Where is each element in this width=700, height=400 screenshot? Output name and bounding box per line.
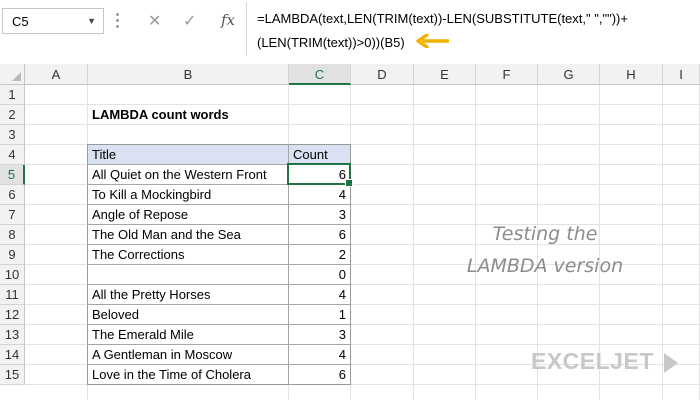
column-header-b[interactable]: B (88, 64, 289, 85)
row-header-12[interactable]: 12 (0, 305, 25, 325)
row-header-14[interactable]: 14 (0, 345, 25, 365)
column-header-i[interactable]: I (663, 64, 700, 85)
cancel-x-icon[interactable]: ✕ (148, 11, 161, 31)
row-header-2[interactable]: 2 (0, 105, 25, 125)
chevron-down-icon[interactable]: ▼ (87, 16, 96, 26)
enter-check-icon[interactable]: ✓ (183, 11, 196, 31)
formula-input[interactable]: =LAMBDA(text,LEN(TRIM(text))-LEN(SUBSTIT… (246, 2, 700, 56)
table-cell-count[interactable]: 6 (289, 365, 350, 385)
table-cell-title[interactable]: All Quiet on the Western Front (88, 165, 288, 185)
row-header-5[interactable]: 5 (0, 165, 25, 185)
row-header-1[interactable]: 1 (0, 85, 25, 105)
row-header-8[interactable]: 8 (0, 225, 25, 245)
arrow-left-icon (416, 34, 449, 48)
table-row-border (87, 304, 350, 305)
formula-bar-grip (116, 13, 119, 31)
table-cell-count[interactable]: 4 (289, 185, 350, 205)
column-header-h[interactable]: H (600, 64, 663, 85)
active-cell-selection[interactable] (287, 163, 353, 187)
logo-text: EXCELJET (531, 348, 654, 374)
row-header-7[interactable]: 7 (0, 205, 25, 225)
formula-bar-buttons: ✕ ✓ fx (128, 8, 244, 34)
name-box[interactable]: C5 ▼ (2, 8, 104, 34)
row-header-11[interactable]: 11 (0, 285, 25, 305)
column-header-g[interactable]: G (538, 64, 600, 85)
table-cell-title[interactable]: To Kill a Mockingbird (88, 185, 288, 205)
table-cell-title[interactable]: Angle of Repose (88, 205, 288, 225)
table-row-border (87, 284, 350, 285)
table-cell-title[interactable] (88, 265, 288, 285)
insert-function-fx-icon[interactable]: fx (221, 11, 235, 29)
row-header-15[interactable]: 15 (0, 365, 25, 385)
table-cell-title[interactable]: Beloved (88, 305, 288, 325)
table-header-count[interactable]: Count (289, 145, 350, 165)
formula-text-line-2: (LEN(TRIM(text))>0))(B5) (257, 35, 405, 50)
logo-triangle-icon (664, 353, 678, 373)
row-header-10[interactable]: 10 (0, 265, 25, 285)
table-row-border (87, 344, 350, 345)
table-row-border (87, 264, 350, 265)
table-cell-count[interactable]: 4 (289, 285, 350, 305)
row-header-9[interactable]: 9 (0, 245, 25, 265)
table-cell-title[interactable]: The Corrections (88, 245, 288, 265)
column-header-e[interactable]: E (414, 64, 476, 85)
table-header-title[interactable]: Title (88, 145, 288, 165)
column-header-f[interactable]: F (476, 64, 538, 85)
table-cell-title[interactable]: A Gentleman in Moscow (88, 345, 288, 365)
table-cell-count[interactable]: 1 (289, 305, 350, 325)
note-text-line-2: LAMBDA version (466, 255, 624, 277)
gridline-vertical (413, 85, 414, 400)
table-cell-count[interactable]: 2 (289, 245, 350, 265)
note-text-line-1: Testing the (492, 223, 598, 245)
name-box-value: C5 (12, 14, 29, 29)
row-header-4[interactable]: 4 (0, 145, 25, 165)
table-row-border (87, 224, 350, 225)
row-header-13[interactable]: 13 (0, 325, 25, 345)
table-cell-count[interactable]: 6 (289, 225, 350, 245)
table-row-border (87, 204, 350, 205)
formula-text-line-1: =LAMBDA(text,LEN(TRIM(text))-LEN(SUBSTIT… (257, 11, 628, 26)
table-cell-count[interactable]: 0 (289, 265, 350, 285)
table-cell-title[interactable]: The Emerald Mile (88, 325, 288, 345)
column-header-c[interactable]: C (289, 64, 351, 85)
exceljet-logo: EXCELJET (531, 348, 691, 376)
table-cell-title[interactable]: The Old Man and the Sea (88, 225, 288, 245)
table-cell-count[interactable]: 3 (289, 205, 350, 225)
row-header-3[interactable]: 3 (0, 125, 25, 145)
table-row-border (87, 324, 350, 325)
table-cell-title[interactable]: Love in the Time of Cholera (88, 365, 288, 385)
formula-bar-area: C5 ▼ ✕ ✓ fx =LAMBDA(text,LEN(TRIM(text))… (0, 0, 700, 62)
table-row-border (87, 244, 350, 245)
select-all-corner[interactable] (0, 64, 25, 85)
column-header-a[interactable]: A (25, 64, 88, 85)
column-header-d[interactable]: D (351, 64, 414, 85)
sheet-title[interactable]: LAMBDA count words (88, 105, 288, 125)
table-cell-count[interactable]: 3 (289, 325, 350, 345)
table-cell-title[interactable]: All the Pretty Horses (88, 285, 288, 305)
table-cell-count[interactable]: 4 (289, 345, 350, 365)
gridline-vertical (350, 85, 351, 400)
table-row-border (87, 364, 350, 365)
row-header-6[interactable]: 6 (0, 185, 25, 205)
